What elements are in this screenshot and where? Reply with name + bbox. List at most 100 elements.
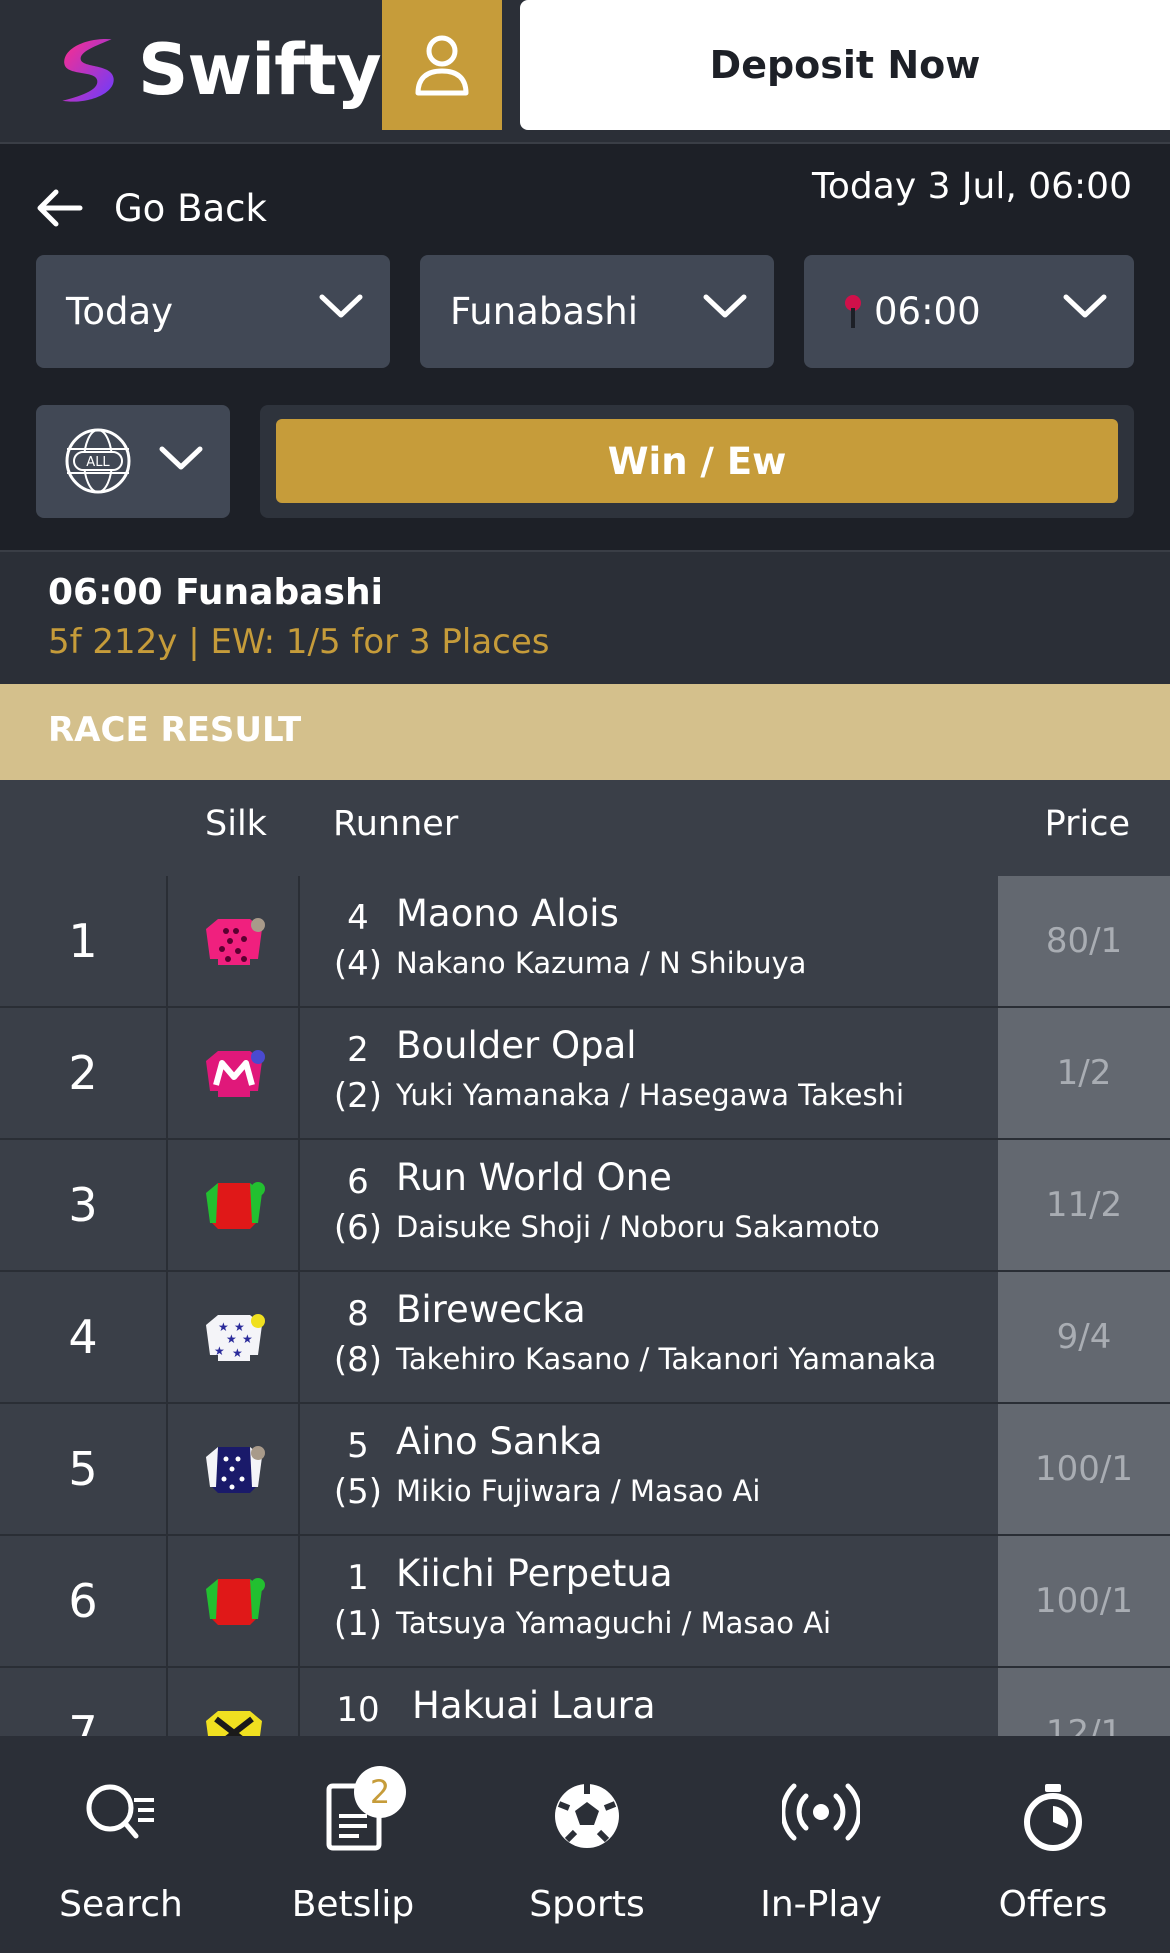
finish-position: 1 [0,876,168,1006]
region-select-value: ALL [86,455,110,470]
race-info: 06:00 Funabashi 5f 212y | EW: 1/5 for 3 … [0,550,1170,684]
svg-text:★: ★ [232,1346,243,1360]
runner-number: 4 [347,898,369,938]
runner-number: 2 [347,1030,369,1070]
nav-offers-label: Offers [998,1884,1108,1925]
runner-price: 100/1 [998,1536,1170,1666]
silk-icon [170,876,300,1006]
market-selector: Win / Ew [260,405,1134,518]
betslip-count-badge: 2 [354,1766,406,1818]
go-back-button[interactable]: Go Back [34,168,267,248]
stopwatch-icon [1024,1784,1082,1851]
runner-number: 8 [347,1294,369,1334]
table-row[interactable]: 3 6 (6) Run World One Daisuke Shoji / No… [0,1140,1170,1272]
runner-draw: (1) [333,1604,383,1644]
race-header: Go Back Today 3 Jul, 06:00 Today Funabas… [0,144,1170,544]
jockey-trainer: Takehiro Kasano / Takanori Yamanaka [396,1342,937,1376]
runner-cell: 1 (1) Kiichi Perpetua Tatsuya Yamaguchi … [302,1536,998,1666]
race-terms: 5f 212y | EW: 1/5 for 3 Places [48,622,550,662]
chevron-down-icon [703,294,747,318]
jockey-trainer: Tatsuya Yamaguchi / Masao Ai [396,1606,832,1640]
race-datetime: Today 3 Jul, 06:00 [812,166,1132,207]
runner-name: Birewecka [396,1288,586,1331]
runner-name: Kiichi Perpetua [396,1552,673,1595]
finish-position: 2 [0,1008,168,1138]
user-icon [415,35,469,96]
runner-name: Run World One [396,1156,672,1199]
nav-search[interactable]: Search [4,1736,238,1953]
column-header-runner: Runner [333,804,459,844]
results-table: 1 4 (4) Maono Alois Nakano Kazuma / N Sh… [0,876,1170,1736]
results-table-header: Silk Runner Price [0,780,1170,876]
runner-price: 9/4 [998,1272,1170,1402]
silk-icon [170,1140,300,1270]
nav-sports-label: Sports [529,1884,645,1925]
nav-sports[interactable]: Sports [470,1736,704,1953]
day-select-value: Today [66,290,174,333]
nav-in-play[interactable]: In-Play [704,1736,938,1953]
runner-draw: (8) [333,1340,383,1380]
runner-cell: 10 Hakuai Laura [302,1668,998,1736]
runner-name: Maono Alois [396,892,619,935]
football-icon [555,1784,619,1848]
silk-icon [170,1536,300,1666]
svg-text:★: ★ [214,1344,225,1358]
table-row[interactable]: 5 5 (5) Aino Sanka Mikio Fujiwara / Masa… [0,1404,1170,1536]
deposit-now-button[interactable]: Deposit Now [520,0,1170,130]
account-button[interactable] [382,0,502,130]
runner-cell: 6 (6) Run World One Daisuke Shoji / Nobo… [302,1140,998,1270]
runner-name: Boulder Opal [396,1024,637,1067]
runner-number: 1 [347,1558,369,1598]
brand-logo[interactable]: Swifty [48,20,382,120]
runner-draw: (2) [333,1076,383,1116]
day-select[interactable]: Today [36,255,390,368]
jockey-trainer: Nakano Kazuma / N Shibuya [396,946,807,980]
finish-position: 7 [0,1668,168,1736]
column-header-silk: Silk [205,804,267,844]
table-row[interactable]: 1 4 (4) Maono Alois Nakano Kazuma / N Sh… [0,876,1170,1008]
race-result-page: Swifty Deposit Now Go Back Today 3 Jul, … [0,0,1170,1953]
runner-name: Aino Sanka [396,1420,603,1463]
runner-price: 100/1 [998,1404,1170,1534]
runner-draw: (4) [333,944,383,984]
runner-cell: 2 (2) Boulder Opal Yuki Yamanaka / Haseg… [302,1008,998,1138]
nav-search-label: Search [59,1884,183,1925]
race-time-select[interactable]: 06:00 [804,255,1134,368]
finish-position: 6 [0,1536,168,1666]
runner-draw: (6) [333,1208,383,1248]
search-icon [86,1784,154,1839]
region-select[interactable]: ALL [36,405,230,518]
market-win-ew-button[interactable]: Win / Ew [276,419,1118,503]
nav-offers[interactable]: Offers [936,1736,1170,1953]
runner-number: 10 [336,1690,380,1730]
silk-icon: ★ ★ ★ ★ ★ ★ [170,1272,300,1402]
finish-position: 3 [0,1140,168,1270]
table-row[interactable]: 6 1 (1) Kiichi Perpetua Tatsuya Yamaguch… [0,1536,1170,1668]
top-bar: Swifty Deposit Now [0,0,1170,144]
jockey-trainer: Daisuke Shoji / Noboru Sakamoto [396,1210,880,1244]
jockey-trainer: Mikio Fujiwara / Masao Ai [396,1474,761,1508]
swifty-logo-icon [62,38,114,102]
table-row[interactable]: 7 10 Hakuai Laura 12/1 [0,1668,1170,1736]
nav-betslip[interactable]: 2 Betslip [236,1736,470,1953]
nav-betslip-label: Betslip [291,1884,415,1925]
chevron-down-icon [319,294,363,318]
column-header-price: Price [1044,804,1130,844]
bottom-navigation: Search 2 Betslip Sports In-Play Offers [0,1736,1170,1953]
globe-icon: ALL [65,428,131,494]
race-time-select-value: 06:00 [874,290,981,333]
runner-name: Hakuai Laura [412,1684,656,1727]
table-row[interactable]: 2 2 (2) Boulder Opal Yuki Yamanaka / Has… [0,1008,1170,1140]
venue-select[interactable]: Funabashi [420,255,774,368]
runner-cell: 8 (8) Birewecka Takehiro Kasano / Takano… [302,1272,998,1402]
runner-number: 6 [347,1162,369,1202]
race-title: 06:00 Funabashi [48,572,383,613]
table-row[interactable]: 4 ★ ★ ★ ★ ★ ★ 8 (8) Birewecka Takehiro Kasano… [0,1272,1170,1404]
silk-icon [170,1668,300,1736]
nav-in-play-label: In-Play [760,1884,882,1925]
runner-price: 80/1 [998,876,1170,1006]
runner-cell: 5 (5) Aino Sanka Mikio Fujiwara / Masao … [302,1404,998,1534]
chevron-down-icon [159,446,203,470]
location-pin-icon [845,294,861,328]
finish-position: 5 [0,1404,168,1534]
